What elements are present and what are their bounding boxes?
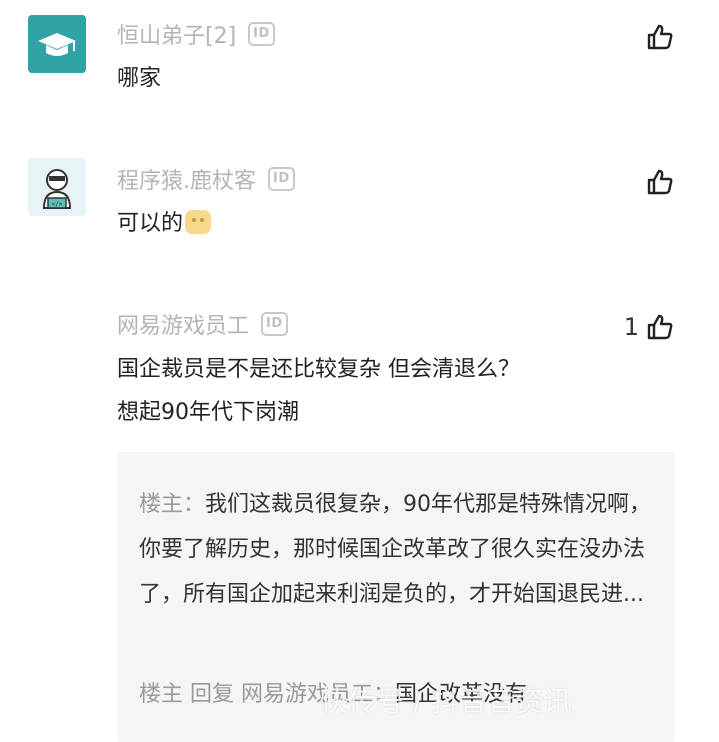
- avatar[interactable]: </>: [28, 158, 86, 216]
- username-text[interactable]: 网易游戏员工: [117, 308, 249, 340]
- username-text[interactable]: 恒山弟子[2]: [117, 18, 236, 50]
- username[interactable]: 恒山弟子[2] ID: [117, 18, 275, 50]
- comment-text-line1: 国企裁员是不是还比较复杂 但会清退么？: [117, 357, 520, 382]
- like-button[interactable]: [639, 167, 675, 197]
- graduation-cap-icon: [38, 33, 76, 56]
- like-count: 1: [623, 313, 639, 341]
- like-button[interactable]: [639, 22, 675, 52]
- username[interactable]: 网易游戏员工 ID: [117, 308, 288, 340]
- id-badge: ID: [268, 167, 295, 191]
- thumbs-up-icon: [647, 169, 673, 195]
- comment-text: 哪家: [117, 66, 162, 91]
- comment-text: 可以的: [117, 204, 212, 244]
- username[interactable]: 程序猿.鹿杖客 ID: [117, 163, 295, 195]
- username-text[interactable]: 程序猿.鹿杖客: [117, 163, 256, 195]
- comment-text-content: 可以的: [117, 211, 184, 236]
- avatar[interactable]: [28, 15, 86, 73]
- svg-text:</>: </>: [52, 201, 63, 208]
- reply-text: 楼主：我们这裁员很复杂，90年代那是特殊情况啊，你要了解历史，那时候国企改革改了…: [139, 482, 659, 617]
- reply-author[interactable]: 楼主：: [139, 492, 205, 517]
- reply-content: 我们这裁员很复杂，90年代那是特殊情况啊，你要了解历史，那时候国企改革改了很久实…: [139, 492, 652, 607]
- programmer-icon: </>: [42, 169, 72, 209]
- emoji-icon: [185, 210, 212, 234]
- comment-text-line2: 想起90年代下岗潮: [117, 400, 299, 425]
- watermark: 快传号 / 抖音音资讯: [320, 685, 572, 718]
- id-badge: ID: [261, 312, 288, 336]
- thumbs-up-icon: [647, 314, 673, 340]
- thumbs-up-icon: [647, 24, 673, 50]
- like-button[interactable]: 1: [624, 312, 675, 342]
- id-badge: ID: [248, 22, 275, 46]
